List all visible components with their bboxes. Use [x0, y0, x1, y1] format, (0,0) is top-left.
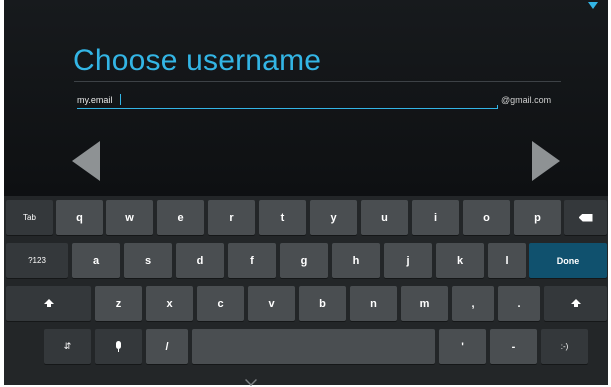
microphone-key[interactable] — [95, 329, 142, 364]
key-comma[interactable]: , — [452, 286, 494, 321]
symbols-key[interactable]: ?123 — [6, 243, 68, 278]
key-label: w — [125, 211, 134, 224]
key-label: o — [483, 211, 490, 224]
input-underline — [77, 105, 498, 109]
key-label: f — [250, 254, 254, 267]
username-field[interactable] — [77, 93, 499, 109]
key-label: - — [511, 340, 516, 353]
key-label: ' — [461, 340, 464, 353]
key-s[interactable]: s — [124, 243, 172, 278]
tab-key-label: Tab — [23, 213, 36, 222]
key-label: . — [517, 297, 521, 310]
key-apostrophe[interactable]: ' — [439, 329, 486, 364]
key-w[interactable]: w — [106, 200, 153, 235]
key-a[interactable]: a — [72, 243, 120, 278]
emoticon-key[interactable]: :-) — [541, 329, 588, 364]
key-d[interactable]: d — [176, 243, 224, 278]
backspace-icon — [578, 213, 593, 222]
key-q[interactable]: q — [56, 200, 103, 235]
setup-screen: Choose username @gmail.com — [4, 0, 608, 196]
keyboard-settings-icon: ⇵ — [63, 341, 72, 351]
backspace-key[interactable] — [564, 200, 607, 235]
key-label: l — [505, 254, 509, 267]
key-label: v — [268, 297, 275, 310]
key-label: q — [76, 211, 83, 224]
key-z[interactable]: z — [95, 286, 142, 321]
key-t[interactable]: t — [259, 200, 306, 235]
key-g[interactable]: g — [280, 243, 328, 278]
key-label: y — [330, 211, 337, 224]
key-u[interactable]: u — [361, 200, 408, 235]
key-label: i — [433, 211, 438, 224]
key-label: b — [319, 297, 326, 310]
key-label: c — [217, 297, 224, 310]
key-dash[interactable]: - — [490, 329, 537, 364]
key-label: t — [280, 211, 285, 224]
key-y[interactable]: y — [310, 200, 357, 235]
key-label: r — [229, 211, 234, 224]
key-c[interactable]: c — [197, 286, 244, 321]
key-p[interactable]: p — [514, 200, 561, 235]
key-i[interactable]: i — [412, 200, 459, 235]
key-b[interactable]: b — [299, 286, 346, 321]
key-e[interactable]: e — [157, 200, 204, 235]
chevron-left-icon[interactable] — [72, 141, 100, 181]
key-x[interactable]: x — [146, 286, 193, 321]
shift-key-right[interactable] — [544, 286, 607, 321]
key-label: h — [352, 254, 360, 267]
wifi-icon — [588, 2, 598, 9]
key-label: , — [471, 297, 475, 310]
key-label: j — [406, 254, 410, 267]
microphone-icon — [116, 340, 121, 352]
key-label: m — [419, 297, 430, 310]
on-screen-keyboard: Tab q w e r t y u i o p ?123 a s d f g h… — [4, 196, 608, 385]
key-period[interactable]: . — [498, 286, 540, 321]
text-cursor — [120, 94, 121, 105]
key-label: d — [196, 254, 204, 267]
key-label: :-) — [560, 342, 569, 351]
key-o[interactable]: o — [463, 200, 510, 235]
chevron-right-icon[interactable] — [532, 141, 560, 181]
key-label: n — [370, 297, 377, 310]
domain-suffix: @gmail.com — [501, 95, 552, 105]
key-label: p — [534, 211, 541, 224]
key-label: u — [381, 211, 388, 224]
key-label: k — [456, 254, 464, 267]
key-label: x — [166, 297, 173, 310]
space-bar[interactable] — [192, 329, 435, 364]
key-label: / — [165, 340, 169, 353]
key-label: e — [177, 211, 184, 224]
key-label: g — [300, 254, 308, 267]
keyboard-settings-key[interactable]: ⇵ — [44, 329, 91, 364]
tab-key[interactable]: Tab — [6, 200, 53, 235]
done-button-label: Done — [556, 255, 580, 266]
key-label: z — [115, 297, 122, 310]
key-m[interactable]: m — [401, 286, 448, 321]
key-l[interactable]: l — [488, 243, 526, 278]
page-title: Choose username — [73, 44, 322, 77]
shift-icon — [570, 299, 581, 307]
key-k[interactable]: k — [436, 243, 484, 278]
done-button[interactable]: Done — [529, 243, 607, 278]
symbols-key-label: ?123 — [28, 256, 46, 265]
key-v[interactable]: v — [248, 286, 295, 321]
title-divider — [74, 81, 561, 82]
key-label: s — [144, 254, 152, 267]
shift-icon — [43, 299, 54, 307]
username-input[interactable] — [77, 93, 495, 107]
key-slash[interactable]: / — [146, 329, 188, 364]
shift-key-left[interactable] — [6, 286, 91, 321]
key-r[interactable]: r — [208, 200, 255, 235]
key-j[interactable]: j — [384, 243, 432, 278]
key-n[interactable]: n — [350, 286, 397, 321]
key-f[interactable]: f — [228, 243, 276, 278]
key-label: a — [92, 254, 100, 267]
key-h[interactable]: h — [332, 243, 380, 278]
